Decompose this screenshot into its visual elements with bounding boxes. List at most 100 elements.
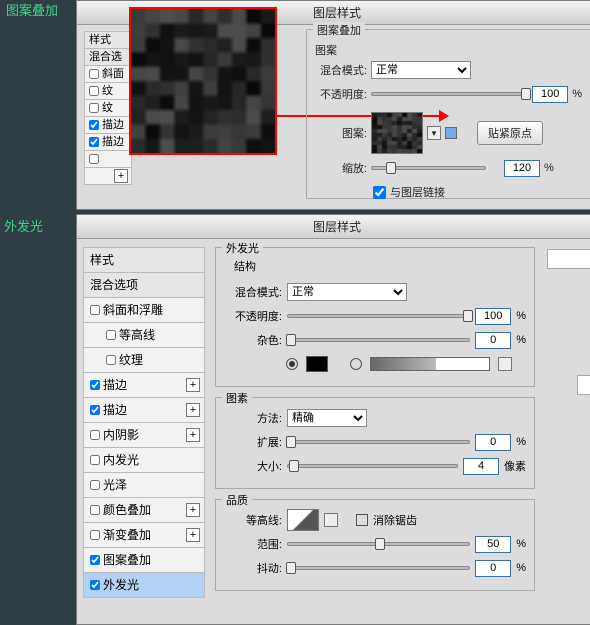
range-value[interactable]: 50 — [475, 536, 511, 553]
style-checkbox[interactable] — [90, 580, 100, 590]
style-item[interactable]: 描边 — [84, 116, 132, 134]
color-swatch[interactable] — [306, 356, 328, 372]
style-item[interactable]: 纹 — [84, 82, 132, 100]
outer-glow-panel: 外发光 结构 混合模式: 正常 不透明度: 100 % 杂色: 0 % — [215, 247, 535, 601]
style-label: 渐变叠加 — [103, 526, 151, 544]
style-item[interactable]: 内发光 — [83, 447, 205, 473]
style-checkbox[interactable] — [90, 530, 100, 540]
jitter-label: 抖动: — [224, 560, 282, 576]
gradient-preview[interactable] — [370, 357, 490, 371]
style-item[interactable]: 斜面和浮雕 — [83, 297, 205, 323]
style-checkbox[interactable] — [106, 330, 116, 340]
pattern-subtitle: 图案 — [315, 42, 582, 58]
spread-slider[interactable] — [287, 440, 470, 444]
opacity-slider[interactable] — [371, 92, 528, 96]
snap-toggle[interactable] — [445, 127, 457, 139]
style-item[interactable]: 描边 — [84, 133, 132, 151]
style-item[interactable]: 内阴影 + — [83, 422, 205, 448]
scale-slider[interactable] — [371, 166, 486, 170]
style-label: 外发光 — [103, 576, 139, 594]
color-radio[interactable] — [286, 358, 298, 370]
style-item[interactable]: 描边+ — [83, 372, 205, 398]
elements-frame: 图素 方法: 精确 扩展: 0 % 大小: 4 像素 — [215, 397, 535, 489]
truncated-button[interactable] — [547, 249, 590, 269]
style-item[interactable]: 等高线 — [83, 322, 205, 348]
style-item[interactable]: 纹 — [84, 99, 132, 117]
style-item[interactable]: 渐变叠加 + — [83, 522, 205, 548]
blend-mode-select[interactable]: 正常 — [287, 283, 407, 301]
pattern-thumb[interactable] — [371, 112, 423, 154]
style-label: 光泽 — [103, 476, 127, 494]
style-label: 等高线 — [119, 326, 155, 344]
opacity-value[interactable]: 100 — [475, 308, 511, 325]
style-item[interactable]: 外发光 — [83, 572, 205, 598]
gradient-radio[interactable] — [350, 358, 362, 370]
frame-title: 外发光 — [222, 240, 263, 256]
opacity-label: 不透明度: — [224, 308, 282, 324]
dropdown-icon[interactable] — [498, 357, 512, 371]
size-value[interactable]: 4 — [463, 458, 499, 475]
add-icon[interactable]: + — [186, 378, 200, 392]
truncated-button[interactable] — [577, 375, 590, 395]
style-checkbox[interactable] — [90, 305, 100, 315]
styles-header[interactable]: 样式 — [84, 31, 132, 49]
antialias-checkbox[interactable] — [356, 514, 368, 526]
percent-label: % — [572, 88, 582, 100]
blend-options[interactable]: 混合选项 — [83, 272, 205, 298]
jitter-value[interactable]: 0 — [475, 560, 511, 577]
pattern-preview-large — [129, 7, 277, 155]
style-checkbox[interactable] — [90, 455, 100, 465]
add-icon[interactable]: + — [186, 403, 200, 417]
scale-value[interactable]: 120 — [504, 160, 540, 177]
quality-frame: 品质 等高线: 消除锯齿 范围: 50 % 抖动: 0 % — [215, 499, 535, 591]
style-label: 颜色叠加 — [103, 501, 151, 519]
style-checkbox[interactable] — [90, 405, 100, 415]
spread-value[interactable]: 0 — [475, 434, 511, 451]
size-slider[interactable] — [287, 464, 458, 468]
dialog-title: 图层样式 — [77, 215, 590, 239]
add-icon[interactable]: + — [114, 169, 128, 183]
contour-preview[interactable] — [287, 509, 319, 531]
link-layer-checkbox[interactable] — [373, 186, 386, 199]
blend-options[interactable]: 混合选 — [84, 48, 132, 66]
scale-label: 缩放: — [315, 160, 367, 176]
noise-slider[interactable] — [287, 338, 470, 342]
contour-label: 等高线: — [224, 512, 282, 528]
style-label: 内发光 — [103, 451, 139, 469]
range-slider[interactable] — [287, 542, 470, 546]
style-item[interactable]: 纹理 — [83, 347, 205, 373]
style-label: 图案叠加 — [103, 551, 151, 569]
frame-title: 图素 — [222, 390, 252, 406]
style-checkbox[interactable] — [106, 355, 116, 365]
style-label: 纹理 — [119, 351, 143, 369]
jitter-slider[interactable] — [287, 566, 470, 570]
style-checkbox[interactable] — [90, 505, 100, 515]
pattern-label: 图案: — [315, 125, 367, 141]
style-item[interactable]: 图案叠加 — [83, 547, 205, 573]
structure-label: 结构 — [234, 258, 526, 274]
noise-value[interactable]: 0 — [475, 332, 511, 349]
style-item[interactable] — [84, 150, 132, 168]
style-checkbox[interactable] — [90, 555, 100, 565]
frame-title: 品质 — [222, 492, 252, 508]
styles-header[interactable]: 样式 — [83, 247, 205, 273]
opacity-value[interactable]: 100 — [532, 86, 568, 103]
add-icon[interactable]: + — [186, 528, 200, 542]
style-item[interactable]: 光泽 — [83, 472, 205, 498]
opacity-slider[interactable] — [287, 314, 470, 318]
style-label: 内阴影 — [103, 426, 139, 444]
style-item[interactable]: + — [84, 167, 132, 185]
pattern-dropdown-icon[interactable]: ▾ — [427, 126, 441, 140]
add-icon[interactable]: + — [186, 503, 200, 517]
style-checkbox[interactable] — [90, 430, 100, 440]
style-item[interactable]: 颜色叠加 + — [83, 497, 205, 523]
dropdown-icon[interactable] — [324, 513, 338, 527]
style-item[interactable]: 斜面 — [84, 65, 132, 83]
method-select[interactable]: 精确 — [287, 409, 367, 427]
blend-mode-select[interactable]: 正常 — [371, 61, 471, 79]
add-icon[interactable]: + — [186, 428, 200, 442]
style-checkbox[interactable] — [90, 380, 100, 390]
style-checkbox[interactable] — [90, 480, 100, 490]
style-item[interactable]: 描边+ — [83, 397, 205, 423]
snap-origin-button[interactable]: 贴紧原点 — [477, 121, 543, 145]
